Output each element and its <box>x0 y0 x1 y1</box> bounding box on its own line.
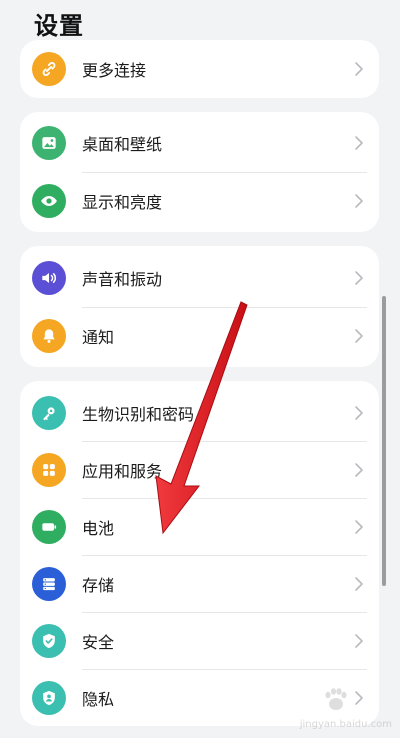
settings-item-label: 声音和振动 <box>82 269 163 289</box>
shield-person-icon <box>32 680 66 715</box>
chevron-right-icon <box>355 270 363 285</box>
settings-item-label: 存储 <box>82 575 115 595</box>
shield-check-icon <box>32 623 66 658</box>
settings-item-label: 桌面和壁纸 <box>82 134 163 154</box>
settings-item-more-connections[interactable]: 更多连接 <box>20 40 379 97</box>
bell-icon <box>32 318 66 353</box>
chevron-right-icon <box>355 61 363 76</box>
image-icon <box>32 125 66 160</box>
paw-logo-icon <box>325 688 347 710</box>
chevron-right-icon <box>355 519 363 534</box>
chevron-right-icon <box>355 462 363 477</box>
settings-item-display-brightness[interactable]: 显示和亮度 <box>20 172 379 229</box>
chevron-right-icon <box>355 135 363 150</box>
apps-grid-icon <box>32 452 66 487</box>
settings-card-connections: 更多连接 <box>20 40 379 98</box>
settings-item-security[interactable]: 安全 <box>20 612 379 669</box>
settings-card-display: 桌面和壁纸 显示和亮度 <box>20 112 379 232</box>
settings-card-system: 生物识别和密码 应用和服务 电池 存储 安全 隐私 <box>20 381 379 726</box>
page-title: 设置 <box>34 12 84 40</box>
settings-item-apps-services[interactable]: 应用和服务 <box>20 441 379 498</box>
settings-item-label: 隐私 <box>82 689 115 709</box>
settings-item-label: 应用和服务 <box>82 461 163 481</box>
chevron-right-icon <box>355 328 363 343</box>
watermark-text: jingyan.baidu.com <box>299 719 392 730</box>
settings-item-label: 生物识别和密码 <box>82 404 195 424</box>
baidu-watermark: jingyan.baidu.com <box>282 684 392 730</box>
settings-item-label: 安全 <box>82 632 115 652</box>
link-icon <box>32 51 66 86</box>
settings-item-desktop-wallpaper[interactable]: 桌面和壁纸 <box>20 114 379 171</box>
settings-item-label: 更多连接 <box>82 60 147 80</box>
battery-icon <box>32 509 66 544</box>
settings-card-sound: 声音和振动 通知 <box>20 246 379 367</box>
settings-item-label: 显示和亮度 <box>82 192 163 212</box>
chevron-right-icon <box>355 405 363 420</box>
key-icon <box>32 395 66 430</box>
settings-item-label: 电池 <box>82 518 115 538</box>
settings-item-biometrics-password[interactable]: 生物识别和密码 <box>20 384 379 441</box>
settings-item-notifications[interactable]: 通知 <box>20 307 379 364</box>
scrollbar[interactable] <box>382 296 386 586</box>
chevron-right-icon <box>355 576 363 591</box>
chevron-right-icon <box>355 633 363 648</box>
chevron-right-icon <box>355 193 363 208</box>
settings-item-storage[interactable]: 存储 <box>20 555 379 612</box>
settings-item-label: 通知 <box>82 327 115 347</box>
eye-icon <box>32 183 66 218</box>
speaker-icon <box>32 260 66 295</box>
settings-item-sound-vibration[interactable]: 声音和振动 <box>20 249 379 306</box>
settings-item-battery[interactable]: 电池 <box>20 498 379 555</box>
storage-icon <box>32 566 66 601</box>
